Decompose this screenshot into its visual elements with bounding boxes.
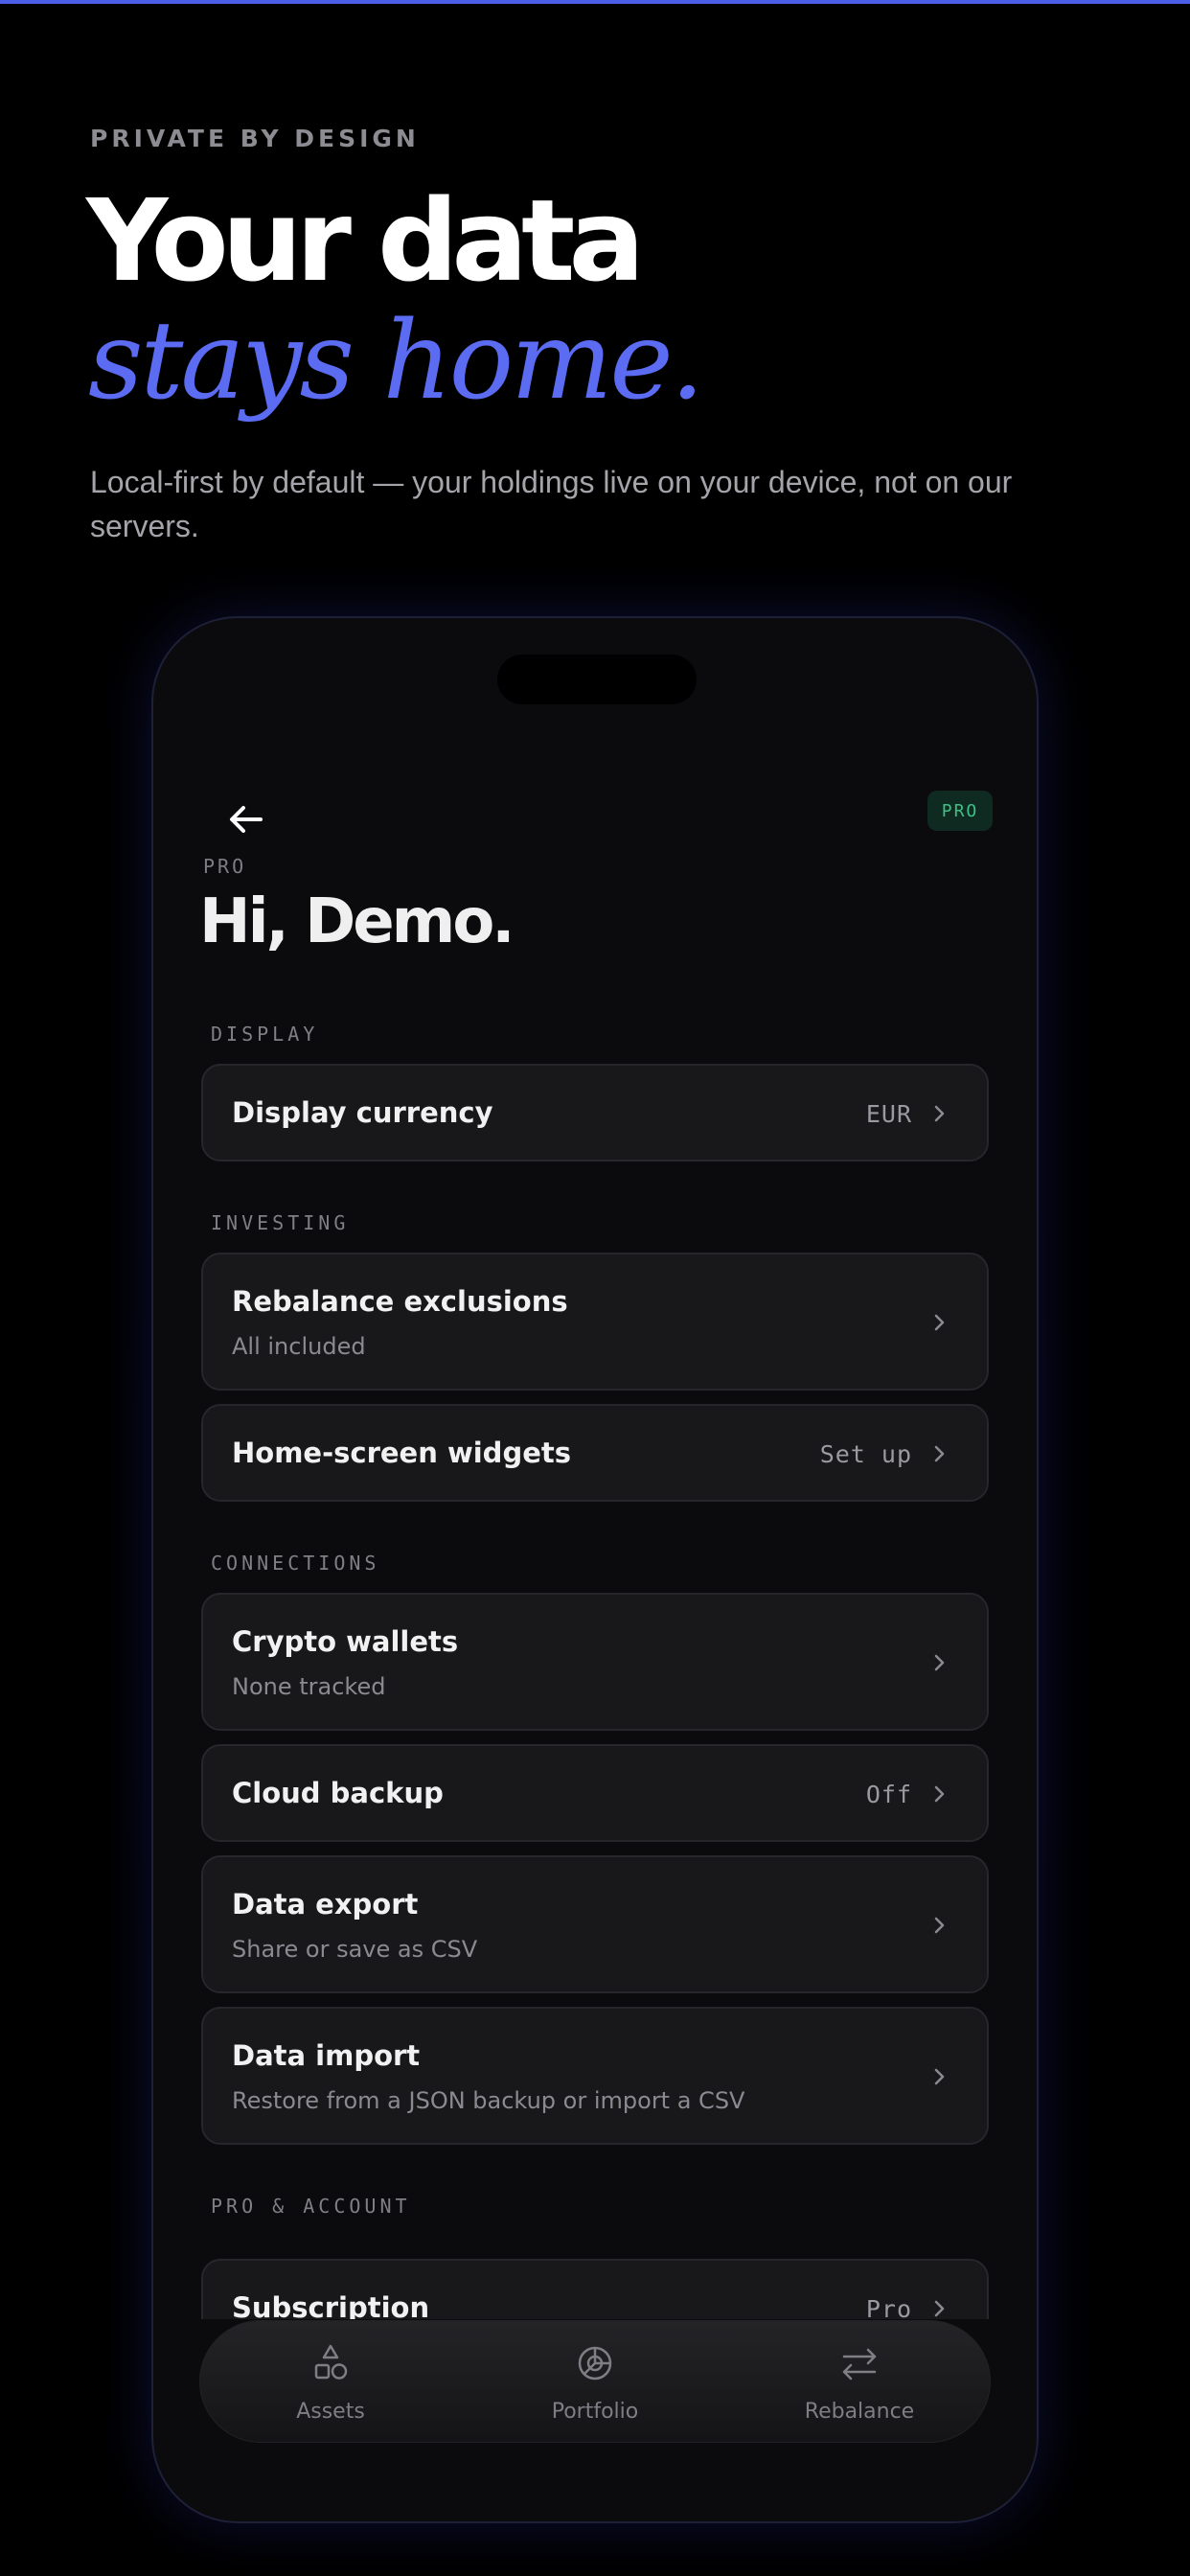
hero-eyebrow: PRIVATE BY DESIGN <box>90 125 420 152</box>
data-export-row[interactable]: Data export Share or save as CSV <box>201 1855 989 1993</box>
tab-rebalance[interactable]: Rebalance <box>764 2321 955 2444</box>
row-subtitle: All included <box>232 1333 366 1360</box>
display-currency-row[interactable]: Display currency EUR <box>201 1064 989 1162</box>
row-title: Rebalance exclusions <box>232 1285 568 1318</box>
row-title: Crypto wallets <box>232 1625 459 1658</box>
hero-subtitle: Local-first by default — your holdings l… <box>90 465 1013 543</box>
top-accent-bar <box>0 0 1190 4</box>
tab-label: Assets <box>296 2400 365 2424</box>
chevron-right-icon <box>934 1445 945 1462</box>
hero-title-line2: stays home. <box>88 299 704 424</box>
chevron-right-icon <box>934 1314 945 1331</box>
row-value: EUR <box>865 1100 912 1128</box>
chevron-right-icon <box>934 1654 945 1671</box>
row-value: Set up <box>819 1440 912 1468</box>
row-subtitle: Restore from a JSON backup or import a C… <box>232 2087 745 2114</box>
row-value: Off <box>865 1781 912 1808</box>
tab-label: Rebalance <box>804 2400 915 2424</box>
swap-arrows-icon <box>842 2348 877 2380</box>
chevron-right-icon <box>934 2068 945 2085</box>
section-header-display: DISPLAY <box>211 1023 319 1046</box>
pie-chart-icon <box>578 2346 612 2380</box>
row-subtitle: None tracked <box>232 1673 386 1700</box>
bottom-tab-bar: Assets Portfolio Rebalance <box>199 2320 991 2443</box>
chevron-right-icon <box>934 1917 945 1934</box>
settings-scroll-area[interactable]: PRO PRO Hi, Demo. DISPLAY Display curren… <box>153 618 1037 2319</box>
row-value: Pro <box>865 2295 912 2319</box>
chevron-right-icon <box>934 2300 945 2317</box>
tab-label: Portfolio <box>551 2400 639 2424</box>
subscription-row[interactable]: Subscription Pro <box>201 2259 989 2319</box>
row-title: Data export <box>232 1888 419 1920</box>
hero-title-line1: Your data <box>86 174 645 307</box>
cloud-backup-row[interactable]: Cloud backup Off <box>201 1744 989 1842</box>
chevron-right-icon <box>934 1785 945 1803</box>
row-title: Subscription <box>232 2291 430 2319</box>
section-header-connections: CONNECTIONS <box>211 1552 380 1575</box>
row-title: Display currency <box>232 1096 493 1129</box>
crypto-wallets-row[interactable]: Crypto wallets None tracked <box>201 1593 989 1731</box>
data-import-row[interactable]: Data import Restore from a JSON backup o… <box>201 2007 989 2145</box>
row-title: Home-screen widgets <box>232 1437 571 1469</box>
plan-label: PRO <box>203 855 247 878</box>
tab-assets[interactable]: Assets <box>235 2321 426 2444</box>
tab-portfolio[interactable]: Portfolio <box>499 2321 691 2444</box>
shapes-icon <box>314 2344 348 2380</box>
row-title: Cloud backup <box>232 1777 444 1809</box>
back-arrow-icon[interactable] <box>222 795 270 843</box>
greeting-title: Hi, Demo. <box>199 886 515 957</box>
home-screen-widgets-row[interactable]: Home-screen widgets Set up <box>201 1404 989 1502</box>
pro-badge: PRO <box>927 791 993 831</box>
phone-mockup: PRO PRO Hi, Demo. DISPLAY Display curren… <box>151 616 1039 2523</box>
chevron-right-icon <box>934 1105 945 1122</box>
rebalance-exclusions-row[interactable]: Rebalance exclusions All included <box>201 1253 989 1391</box>
row-title: Data import <box>232 2039 421 2072</box>
section-header-investing: INVESTING <box>211 1211 350 1234</box>
row-subtitle: Share or save as CSV <box>232 1936 478 1963</box>
section-header-pro-account: PRO & ACCOUNT <box>211 2195 411 2218</box>
